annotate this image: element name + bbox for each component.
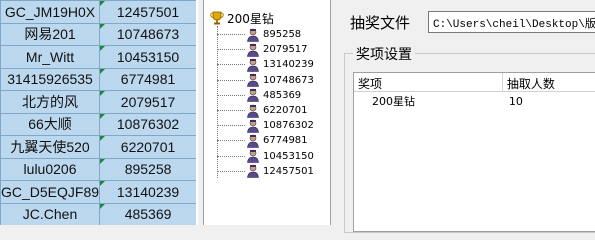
prize-name: 200星钻	[372, 95, 415, 108]
tree-node[interactable]: 6774981	[217, 133, 308, 148]
tree-node-label: 485369	[263, 89, 302, 101]
tree-node[interactable]: 2079517	[217, 42, 308, 57]
id-cell[interactable]: 895258	[99, 157, 198, 181]
username-cell[interactable]: JC.Chen	[0, 202, 101, 225]
id-cell[interactable]: 10453150	[99, 45, 198, 69]
tree-node[interactable]: 485369	[217, 88, 301, 103]
username-cell[interactable]: 66大顺	[0, 112, 101, 136]
tree-node-label: 10453150	[263, 150, 314, 162]
sheet-row: 31415926535 6774981	[0, 67, 198, 91]
id-cell[interactable]: 10876302	[99, 112, 198, 136]
tree-connector	[217, 140, 245, 142]
username-cell[interactable]: Mr_Witt	[0, 45, 101, 69]
tree-connector	[217, 64, 245, 66]
username-cell[interactable]: 网易201	[0, 22, 101, 46]
spreadsheet: GC_JM19H0X 12457501 网易201 10748673 Mr_Witt 10…	[0, 0, 198, 225]
id-cell[interactable]: 13140239	[99, 180, 198, 204]
trophy-icon	[210, 11, 224, 25]
tree-connector	[217, 170, 245, 172]
prize-settings-group: 奖项设置 奖项 抽取人数 200星钻 10	[344, 44, 595, 233]
tree-node[interactable]: 10876302	[217, 118, 314, 133]
username-cell[interactable]: 31415926535	[0, 67, 101, 91]
prize-list-header: 奖项 抽取人数	[354, 73, 595, 92]
tree-node[interactable]: 6220701	[217, 103, 308, 118]
user-icon	[247, 134, 259, 148]
sheet-row: JC.Chen 485369	[0, 202, 198, 225]
id-cell[interactable]: 485369	[99, 202, 198, 225]
file-path-input[interactable]: C:\Users\cheil\Desktop\版块	[428, 11, 595, 33]
draw-count: 10	[508, 94, 523, 108]
user-icon	[247, 164, 259, 179]
sheet-row: GC_JM19H0X 12457501	[0, 0, 198, 24]
prize-list[interactable]: 奖项 抽取人数 200星钻 10	[353, 72, 595, 232]
column-header-prize[interactable]: 奖项	[354, 73, 503, 91]
user-icon	[247, 104, 259, 118]
username-cell[interactable]: 北方的风	[0, 90, 101, 114]
tree-node[interactable]: 895258	[217, 27, 301, 42]
sheet-row: 九翼天使520 6220701	[0, 135, 198, 159]
prize-row[interactable]: 200星钻 10	[354, 92, 595, 110]
prize-tree-panel[interactable]: 200星钻 895258 2079517 13140239 10748673 48536…	[203, 0, 331, 225]
id-cell[interactable]: 10748673	[99, 22, 198, 46]
tree-node-label: 13140239	[263, 59, 314, 71]
tree-node-label: 10748673	[263, 74, 314, 86]
sheet-row: GC_D5EQJF89 13140239	[0, 180, 198, 204]
tree-node[interactable]: 10748673	[217, 73, 314, 88]
username-cell[interactable]: GC_JM19H0X	[0, 0, 101, 24]
id-cell[interactable]: 6220701	[99, 135, 198, 159]
username-cell[interactable]: 九翼天使520	[0, 135, 101, 159]
tree-node-label: 2079517	[263, 44, 308, 56]
user-icon	[247, 149, 259, 163]
tree-connector	[217, 79, 245, 81]
sheet-row: lulu0206 895258	[0, 157, 198, 181]
file-label: 抽奖文件	[350, 14, 411, 32]
username-cell[interactable]: GC_D5EQJF89	[0, 180, 101, 204]
spreadsheet-table: GC_JM19H0X 12457501 网易201 10748673 Mr_Witt 10…	[0, 0, 198, 225]
tree-node-label: 12457501	[263, 165, 314, 177]
tree-connector	[217, 125, 245, 127]
tree-node-label: 6220701	[263, 105, 308, 116]
id-cell[interactable]: 12457501	[99, 0, 198, 24]
sheet-row: 网易201 10748673	[0, 22, 198, 46]
tree-connector	[217, 34, 245, 35]
column-header-count[interactable]: 抽取人数	[503, 73, 595, 91]
tree-node-label: 6774981	[263, 135, 308, 147]
tree-connector	[217, 155, 245, 157]
tree-node-label: 10876302	[263, 120, 314, 132]
id-cell[interactable]: 6774981	[99, 67, 198, 91]
sheet-row: 北方的风 2079517	[0, 90, 198, 114]
id-cell[interactable]: 2079517	[99, 90, 198, 114]
sheet-row: 66大顺 10876302	[0, 112, 198, 136]
user-icon	[247, 119, 259, 133]
user-icon	[247, 28, 259, 42]
tree-connector	[217, 94, 245, 96]
group-title: 奖项设置	[353, 44, 415, 64]
tree-node[interactable]: 12457501	[217, 164, 314, 179]
user-icon	[247, 58, 259, 72]
tree-connector	[217, 110, 245, 111]
user-icon	[247, 73, 259, 87]
username-cell[interactable]: lulu0206	[0, 157, 101, 181]
tree-root-node[interactable]: 200星钻	[210, 10, 274, 26]
sheet-row: Mr_Witt 10453150	[0, 45, 198, 69]
lottery-settings: 抽奖文件 C:\Users\cheil\Desktop\版块 奖项设置 奖项 抽…	[332, 0, 595, 233]
tree-node[interactable]: 13140239	[217, 57, 314, 72]
tree-node[interactable]: 10453150	[217, 149, 314, 164]
tree-root-label: 200星钻	[227, 11, 274, 26]
tree-connector	[217, 49, 245, 51]
tree-node-label: 895258	[263, 29, 302, 40]
user-icon	[247, 88, 259, 103]
user-icon	[247, 43, 259, 57]
sheet-edge	[196, 0, 198, 225]
